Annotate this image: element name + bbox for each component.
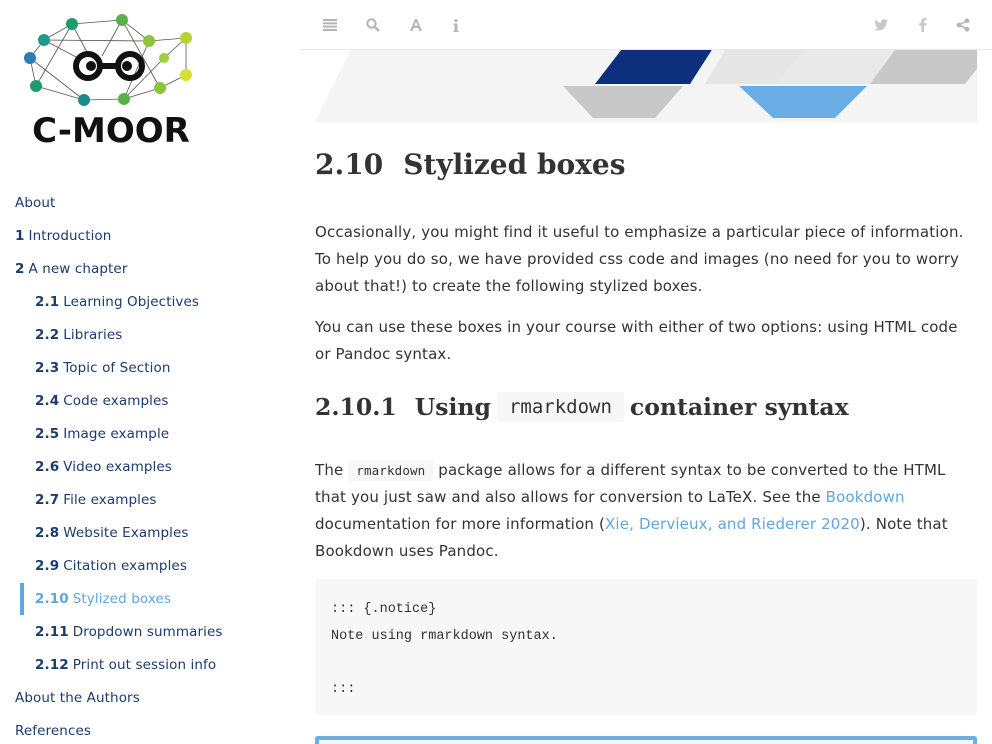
sidebar-item-number: 2.11 bbox=[35, 623, 69, 640]
sidebar-item-number: 2.4 bbox=[35, 392, 60, 409]
notice-box bbox=[315, 736, 977, 744]
network-nodes bbox=[24, 14, 192, 106]
sidebar-item-citation-examples[interactable]: 2.9 Citation examples bbox=[0, 549, 300, 582]
logo-text: C-MOOR bbox=[32, 111, 190, 150]
owl-eyes bbox=[73, 51, 145, 81]
sidebar-item-label: Video examples bbox=[63, 458, 172, 475]
code-block: ::: {.notice} Note using rmarkdown synta… bbox=[315, 579, 977, 715]
sidebar-item-website-examples[interactable]: 2.8 Website Examples bbox=[0, 516, 300, 549]
sidebar-item-label: A new chapter bbox=[28, 260, 128, 277]
sidebar-item-print-out-session-info[interactable]: 2.12 Print out session info bbox=[0, 648, 300, 681]
section-title: Stylized boxes bbox=[403, 148, 626, 181]
sidebar-item-dropdown-summaries[interactable]: 2.11 Dropdown summaries bbox=[0, 615, 300, 648]
text-the: The bbox=[315, 461, 344, 479]
subsection-title-after: container syntax bbox=[629, 393, 849, 421]
sidebar-item-number: 2.12 bbox=[35, 656, 69, 673]
paragraph-rmarkdown: The rmarkdown package allows for a diffe… bbox=[315, 457, 977, 565]
citation-link[interactable]: Xie, Dervieux, and Riederer 2020 bbox=[605, 515, 860, 533]
sidebar-item-a-new-chapter[interactable]: 2A new chapter bbox=[0, 252, 300, 285]
subsection-number: 2.10.1 bbox=[315, 393, 397, 421]
sidebar-item-references[interactable]: References bbox=[0, 714, 300, 744]
sidebar-item-label: Topic of Section bbox=[63, 359, 171, 376]
sidebar-item-introduction[interactable]: 1 Introduction bbox=[0, 219, 300, 252]
sidebar-item-label: About bbox=[15, 194, 56, 211]
table-of-contents: About 1 Introduction 2 A new chapter 2.1 Learn… bbox=[0, 186, 300, 744]
sidebar-item-label: Image example bbox=[63, 425, 170, 442]
sidebar-item-number: 2.2 bbox=[35, 326, 60, 343]
sidebar-item-label: Citation examples bbox=[63, 557, 187, 574]
sidebar-item-number: 2.3 bbox=[35, 359, 60, 376]
sidebar-item-learning-objectives[interactable]: 2.1 Learning Objectives bbox=[0, 285, 300, 318]
sidebar-item-label: Website Examples bbox=[63, 524, 189, 541]
text-documentation: documentation for more information ( bbox=[315, 515, 605, 533]
c-moor-logo[interactable]: C-MOOR bbox=[16, 10, 206, 150]
sidebar-item-number: 2.5 bbox=[35, 425, 60, 442]
sidebar-item-libraries[interactable]: 2.2 Libraries bbox=[0, 318, 300, 351]
share-icon[interactable] bbox=[951, 13, 975, 37]
sidebar-item-label: References bbox=[15, 722, 92, 739]
sidebar-item-file-examples[interactable]: 2.7 File examples bbox=[0, 483, 300, 516]
subsection-title-before: Using bbox=[414, 393, 491, 421]
info-icon[interactable] bbox=[444, 13, 468, 37]
sidebar: C-MOOR About 1 Introduction 2 A new chapter 2… bbox=[0, 0, 300, 744]
twitter-icon[interactable] bbox=[869, 13, 893, 37]
sidebar-item-number: 2.9 bbox=[35, 557, 60, 574]
sidebar-item-number: 2.8 bbox=[35, 524, 60, 541]
sidebar-item-video-examples[interactable]: 2.6 Video examples bbox=[0, 450, 300, 483]
sidebar-item-label: About the Authors bbox=[15, 689, 140, 706]
sidebar-item-label: Stylized boxes bbox=[72, 590, 172, 607]
sidebar-item-about[interactable]: About bbox=[0, 186, 300, 219]
sidebar-item-label: Print out session info bbox=[72, 656, 217, 673]
sidebar-item-label: Learning Objectives bbox=[63, 293, 200, 310]
sidebar-item-code-examples[interactable]: 2.4 Code examples bbox=[0, 384, 300, 417]
sidebar-item-number: 2.1 bbox=[35, 293, 60, 310]
sidebar-item-stylized-boxes[interactable]: 2.10 Stylized boxes bbox=[0, 582, 300, 615]
sidebar-item-label: Introduction bbox=[28, 227, 112, 244]
bookdown-link[interactable]: Bookdown bbox=[826, 488, 905, 506]
paragraph-options: You can use these boxes in your course w… bbox=[315, 318, 958, 363]
paragraph-intro: Occasionally, you might find it useful t… bbox=[315, 223, 964, 295]
sidebar-item-number: 2.6 bbox=[35, 458, 60, 475]
sidebar-item-number: 2.10 bbox=[35, 590, 69, 607]
sidebar-item-image-example[interactable]: 2.5 Image example bbox=[0, 417, 300, 450]
section-heading: 2.10 Stylized boxes bbox=[315, 148, 625, 181]
sidebar-item-label: Dropdown summaries bbox=[72, 623, 223, 640]
sidebar-item-about-the-authors[interactable]: About the Authors bbox=[0, 681, 300, 714]
section-number: 2.10 bbox=[315, 148, 384, 181]
facebook-icon[interactable] bbox=[911, 13, 935, 37]
top-toolbar bbox=[300, 0, 992, 50]
subsection-code: rmarkdown bbox=[496, 392, 624, 422]
search-icon[interactable] bbox=[361, 13, 385, 37]
main-content: 2.10 Stylized boxes Occasionally, you mig… bbox=[315, 0, 977, 744]
sidebar-item-number: 1 bbox=[15, 227, 25, 244]
sidebar-item-number: 2 bbox=[15, 260, 25, 277]
subsection-heading: 2.10.1 Using rmarkdown container syntax bbox=[315, 392, 849, 422]
inline-code-rmarkdown: rmarkdown bbox=[348, 460, 434, 481]
sidebar-item-label: Libraries bbox=[63, 326, 123, 343]
font-settings-icon[interactable] bbox=[404, 13, 428, 37]
sidebar-item-label: Code examples bbox=[63, 392, 169, 409]
sidebar-item-topic-of-section[interactable]: 2.3 Topic of Section bbox=[0, 351, 300, 384]
sidebar-item-label: File examples bbox=[63, 491, 157, 508]
toc-toggle-icon[interactable] bbox=[318, 13, 342, 37]
sidebar-item-number: 2.7 bbox=[35, 491, 60, 508]
